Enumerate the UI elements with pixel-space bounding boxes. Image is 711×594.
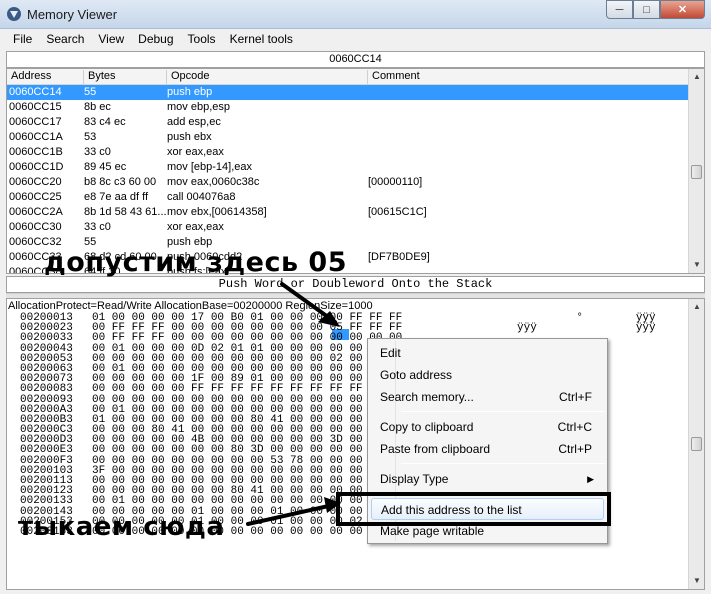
row-bytes: 8b ec bbox=[84, 101, 111, 113]
menu-view[interactable]: View bbox=[91, 29, 131, 49]
row-bytes: 33 c0 bbox=[84, 146, 111, 158]
row-bytes: 8b 1d 58 43 61... bbox=[84, 206, 166, 218]
menu-separator bbox=[401, 463, 605, 464]
region-info: AllocationProtect=Read/Write AllocationB… bbox=[8, 300, 373, 312]
scroll-down-icon[interactable]: ▼ bbox=[689, 573, 704, 589]
row-opcode: call 004076a8 bbox=[167, 191, 236, 203]
disasm-row[interactable]: 0060CC15 8b ec mov ebp,esp bbox=[7, 100, 689, 115]
title-bar: Memory Viewer ─ □ ✕ bbox=[0, 0, 711, 29]
scroll-down-icon[interactable]: ▼ bbox=[689, 257, 704, 273]
annotation-top: допустим здесь 05 bbox=[44, 247, 348, 278]
hex-address: 00200083 bbox=[20, 383, 73, 396]
disasm-header: Address Bytes Opcode Comment bbox=[7, 69, 689, 85]
row-address: 0060CC30 bbox=[9, 221, 62, 233]
row-address: 0060CC1A bbox=[9, 131, 63, 143]
menu-file[interactable]: File bbox=[6, 29, 39, 49]
row-comment: [DF7B0DE9] bbox=[368, 251, 430, 263]
shortcut-label: Ctrl+C bbox=[557, 420, 592, 434]
menu-separator bbox=[401, 411, 605, 412]
disasm-row[interactable]: 0060CC20 b8 8c c3 60 00 mov eax,0060c38c [0… bbox=[7, 175, 689, 190]
annotation-highlight-box bbox=[336, 492, 611, 526]
row-opcode: mov eax,0060c38c bbox=[167, 176, 260, 188]
disasm-row[interactable]: 0060CC14 55 push ebp bbox=[7, 85, 689, 100]
disasm-scrollbar[interactable]: ▲ ▼ bbox=[688, 69, 704, 273]
scroll-thumb[interactable] bbox=[691, 165, 702, 179]
row-address: 0060CC25 bbox=[9, 191, 62, 203]
close-button[interactable]: ✕ bbox=[660, 0, 705, 19]
disasm-row[interactable]: 0060CC17 83 c4 ec add esp,ec bbox=[7, 115, 689, 130]
row-opcode: mov [ebp-14],eax bbox=[167, 161, 252, 173]
menu-edit[interactable]: Edit bbox=[371, 342, 604, 364]
row-bytes: b8 8c c3 60 00 bbox=[84, 176, 157, 188]
disasm-address-bar[interactable]: 0060CC14 bbox=[6, 51, 705, 68]
menu-debug[interactable]: Debug bbox=[131, 29, 180, 49]
row-bytes: 33 c0 bbox=[84, 221, 111, 233]
row-comment: [00000110] bbox=[368, 176, 423, 188]
row-opcode: add esp,ec bbox=[167, 116, 221, 128]
row-address: 0060CC20 bbox=[9, 176, 62, 188]
row-address: 0060CC1B bbox=[9, 146, 63, 158]
column-comment[interactable]: Comment bbox=[368, 70, 689, 84]
window-title: Memory Viewer bbox=[27, 7, 118, 22]
row-address: 0060CC14 bbox=[9, 86, 62, 98]
hex-scrollbar[interactable]: ▲ ▼ bbox=[688, 299, 704, 589]
row-bytes: 89 45 ec bbox=[84, 161, 127, 173]
row-opcode: mov ebp,esp bbox=[167, 101, 230, 113]
row-address: 0060CC2A bbox=[9, 206, 63, 218]
disasm-row[interactable]: 0060CC1B 33 c0 xor eax,eax bbox=[7, 145, 689, 160]
row-opcode: push ebp bbox=[167, 86, 213, 98]
menu-goto-address[interactable]: Goto address bbox=[371, 364, 604, 386]
row-bytes: 55 bbox=[84, 86, 97, 98]
row-bytes: e8 7e aa df ff bbox=[84, 191, 149, 203]
maximize-button[interactable]: □ bbox=[633, 0, 660, 19]
column-address[interactable]: Address bbox=[7, 70, 84, 84]
row-address: 0060CC1D bbox=[9, 161, 64, 173]
row-opcode: push ebx bbox=[167, 131, 212, 143]
minimize-button[interactable]: ─ bbox=[606, 0, 633, 19]
menu-paste-from-clipboard[interactable]: Paste from clipboard Ctrl+P bbox=[371, 438, 604, 460]
disasm-row[interactable]: 0060CC25 e8 7e aa df ff call 004076a8 bbox=[7, 190, 689, 205]
menu-kernel-tools[interactable]: Kernel tools bbox=[223, 29, 300, 49]
shortcut-label: Ctrl+P bbox=[558, 442, 592, 456]
instruction-description: Push Word or Doubleword Onto the Stack bbox=[6, 276, 705, 293]
disasm-row[interactable]: 0060CC2A 8b 1d 58 43 61... mov ebx,[006143… bbox=[7, 205, 689, 220]
disasm-row[interactable]: 0060CC30 33 c0 xor eax,eax bbox=[7, 220, 689, 235]
row-address: 0060CC17 bbox=[9, 116, 62, 128]
disassembler-view[interactable]: Address Bytes Opcode Comment 0060CC14 55 p… bbox=[6, 68, 705, 274]
cheat-engine-icon bbox=[7, 7, 21, 21]
row-bytes: 53 bbox=[84, 131, 97, 143]
menu-copy-to-clipboard[interactable]: Copy to clipboard Ctrl+C bbox=[371, 416, 604, 438]
shortcut-label: Ctrl+F bbox=[559, 390, 592, 404]
hex-bytes: 00 00 00 00 00 FF FF FF FF FF FF FF FF F… bbox=[92, 383, 403, 396]
annotation-bottom: тыкаем сюда bbox=[18, 512, 225, 542]
scroll-up-icon[interactable]: ▲ bbox=[689, 69, 704, 85]
hex-ascii: ÿÿÿ ÿÿÿ bbox=[517, 322, 656, 335]
menu-bar: File Search View Debug Tools Kernel tool… bbox=[6, 29, 705, 49]
scroll-thumb[interactable] bbox=[691, 437, 702, 451]
disasm-row[interactable]: 0060CC1D 89 45 ec mov [ebp-14],eax bbox=[7, 160, 689, 175]
row-address: 0060CC15 bbox=[9, 101, 62, 113]
menu-tools[interactable]: Tools bbox=[181, 29, 223, 49]
menu-display-type[interactable]: Display Type ▶ bbox=[371, 468, 604, 490]
column-opcode[interactable]: Opcode bbox=[167, 70, 368, 84]
row-opcode: mov ebx,[00614358] bbox=[167, 206, 267, 218]
submenu-arrow-icon: ▶ bbox=[587, 474, 594, 484]
row-bytes: 83 c4 ec bbox=[84, 116, 126, 128]
row-opcode: xor eax,eax bbox=[167, 146, 224, 158]
row-opcode: xor eax,eax bbox=[167, 221, 224, 233]
menu-search-memory[interactable]: Search memory... Ctrl+F bbox=[371, 386, 604, 408]
disasm-row[interactable]: 0060CC1A 53 push ebx bbox=[7, 130, 689, 145]
scroll-up-icon[interactable]: ▲ bbox=[689, 299, 704, 315]
column-bytes[interactable]: Bytes bbox=[84, 70, 167, 84]
disasm-rows: 0060CC14 55 push ebp 0060CC15 8b ec mov ebp,e… bbox=[7, 85, 689, 273]
menu-search[interactable]: Search bbox=[39, 29, 91, 49]
row-comment: [00615C1C] bbox=[368, 206, 427, 218]
